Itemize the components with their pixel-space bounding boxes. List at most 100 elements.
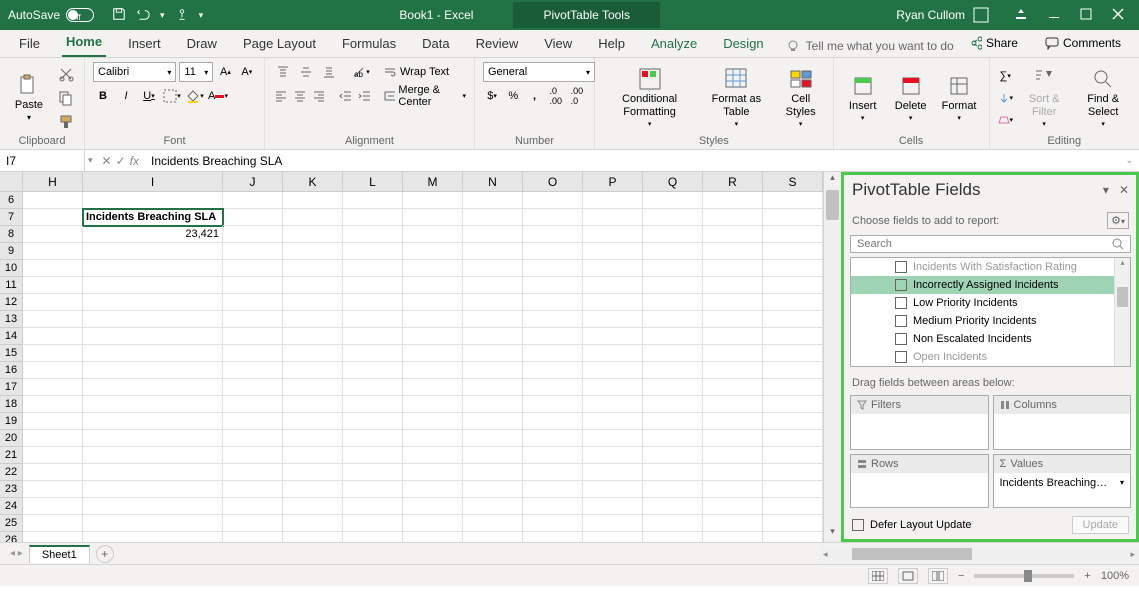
cell-N24[interactable] bbox=[463, 498, 523, 515]
zoom-level[interactable]: 100% bbox=[1101, 570, 1129, 582]
cell-Q25[interactable] bbox=[643, 515, 703, 532]
cell-M25[interactable] bbox=[403, 515, 463, 532]
cell-M19[interactable] bbox=[403, 413, 463, 430]
cell-S8[interactable] bbox=[763, 226, 823, 243]
cell-Q8[interactable] bbox=[643, 226, 703, 243]
cell-N15[interactable] bbox=[463, 345, 523, 362]
number-format-combo[interactable]: General▾ bbox=[483, 62, 595, 82]
fill-color-button[interactable]: ▾ bbox=[185, 86, 205, 106]
values-area[interactable]: ΣValues Incidents Breaching SLA ▾ bbox=[993, 454, 1132, 509]
field-list-scrollbar[interactable]: ▴ bbox=[1114, 258, 1130, 366]
cell-I13[interactable] bbox=[83, 311, 223, 328]
cell-R25[interactable] bbox=[703, 515, 763, 532]
col-header-I[interactable]: I bbox=[83, 172, 223, 192]
redo-dropdown[interactable]: ▾ bbox=[160, 10, 165, 21]
pane-close-icon[interactable]: ✕ bbox=[1119, 183, 1129, 197]
cell-N8[interactable] bbox=[463, 226, 523, 243]
cell-I7[interactable]: Incidents Breaching SLA bbox=[83, 209, 223, 226]
tab-home[interactable]: Home bbox=[62, 30, 106, 57]
copy-button[interactable] bbox=[56, 88, 76, 108]
cell-N20[interactable] bbox=[463, 430, 523, 447]
cell-S13[interactable] bbox=[763, 311, 823, 328]
cell-Q10[interactable] bbox=[643, 260, 703, 277]
scroll-thumb[interactable] bbox=[1117, 287, 1128, 307]
cell-Q21[interactable] bbox=[643, 447, 703, 464]
col-header-R[interactable]: R bbox=[703, 172, 763, 192]
cell-M9[interactable] bbox=[403, 243, 463, 260]
tab-data[interactable]: Data bbox=[418, 32, 453, 57]
add-sheet-button[interactable]: + bbox=[96, 545, 114, 563]
cell-S24[interactable] bbox=[763, 498, 823, 515]
cell-M26[interactable] bbox=[403, 532, 463, 542]
cell-J21[interactable] bbox=[223, 447, 283, 464]
col-header-S[interactable]: S bbox=[763, 172, 823, 192]
cell-R11[interactable] bbox=[703, 277, 763, 294]
align-top-button[interactable] bbox=[273, 62, 293, 82]
cell-J9[interactable] bbox=[223, 243, 283, 260]
cell-H24[interactable] bbox=[23, 498, 83, 515]
cell-K8[interactable] bbox=[283, 226, 343, 243]
update-button[interactable]: Update bbox=[1072, 516, 1129, 534]
underline-button[interactable]: U▾ bbox=[139, 86, 159, 106]
cell-R19[interactable] bbox=[703, 413, 763, 430]
cell-J16[interactable] bbox=[223, 362, 283, 379]
sort-filter-button[interactable]: Sort & Filter▾ bbox=[1019, 65, 1069, 129]
cell-L7[interactable] bbox=[343, 209, 403, 226]
cell-P13[interactable] bbox=[583, 311, 643, 328]
cell-R23[interactable] bbox=[703, 481, 763, 498]
cell-P14[interactable] bbox=[583, 328, 643, 345]
conditional-formatting-button[interactable]: Conditional Formatting▾ bbox=[603, 65, 696, 129]
cell-I17[interactable] bbox=[83, 379, 223, 396]
cell-M7[interactable] bbox=[403, 209, 463, 226]
scroll-right-icon[interactable]: ▸ bbox=[1126, 549, 1139, 560]
cell-O12[interactable] bbox=[523, 294, 583, 311]
align-middle-button[interactable] bbox=[296, 62, 316, 82]
cell-K9[interactable] bbox=[283, 243, 343, 260]
cell-N12[interactable] bbox=[463, 294, 523, 311]
cell-S19[interactable] bbox=[763, 413, 823, 430]
tab-review[interactable]: Review bbox=[472, 32, 523, 57]
increase-font-button[interactable]: A▴ bbox=[216, 62, 234, 82]
cell-O23[interactable] bbox=[523, 481, 583, 498]
increase-decimal-button[interactable]: .0.00 bbox=[547, 86, 565, 106]
cell-Q24[interactable] bbox=[643, 498, 703, 515]
cell-H7[interactable] bbox=[23, 209, 83, 226]
cell-N14[interactable] bbox=[463, 328, 523, 345]
row-header-16[interactable]: 16 bbox=[0, 362, 23, 379]
bold-button[interactable]: B bbox=[93, 86, 113, 106]
cell-H16[interactable] bbox=[23, 362, 83, 379]
rows-area[interactable]: Rows bbox=[850, 454, 989, 509]
cell-K17[interactable] bbox=[283, 379, 343, 396]
accounting-button[interactable]: $▾ bbox=[483, 86, 501, 106]
cell-K15[interactable] bbox=[283, 345, 343, 362]
cell-O11[interactable] bbox=[523, 277, 583, 294]
field-item[interactable]: Incidents With Satisfaction Rating bbox=[851, 258, 1130, 276]
page-layout-view-button[interactable] bbox=[898, 568, 918, 584]
row-header-18[interactable]: 18 bbox=[0, 396, 23, 413]
merge-center-button[interactable]: Merge & Center▾ bbox=[384, 86, 466, 106]
cell-Q16[interactable] bbox=[643, 362, 703, 379]
find-select-button[interactable]: Find & Select▾ bbox=[1075, 65, 1131, 129]
cell-J14[interactable] bbox=[223, 328, 283, 345]
cell-J10[interactable] bbox=[223, 260, 283, 277]
cell-M23[interactable] bbox=[403, 481, 463, 498]
cell-P17[interactable] bbox=[583, 379, 643, 396]
decrease-indent-button[interactable] bbox=[338, 86, 354, 106]
cell-Q7[interactable] bbox=[643, 209, 703, 226]
cell-J13[interactable] bbox=[223, 311, 283, 328]
cell-Q20[interactable] bbox=[643, 430, 703, 447]
decrease-decimal-button[interactable]: .00.0 bbox=[568, 86, 586, 106]
cell-S16[interactable] bbox=[763, 362, 823, 379]
cell-H26[interactable] bbox=[23, 532, 83, 542]
cell-P7[interactable] bbox=[583, 209, 643, 226]
tab-design[interactable]: Design bbox=[719, 32, 767, 57]
cell-Q9[interactable] bbox=[643, 243, 703, 260]
cell-Q17[interactable] bbox=[643, 379, 703, 396]
cell-O15[interactable] bbox=[523, 345, 583, 362]
cell-R12[interactable] bbox=[703, 294, 763, 311]
cell-K21[interactable] bbox=[283, 447, 343, 464]
cell-N17[interactable] bbox=[463, 379, 523, 396]
col-header-Q[interactable]: Q bbox=[643, 172, 703, 192]
cell-S12[interactable] bbox=[763, 294, 823, 311]
cell-N26[interactable] bbox=[463, 532, 523, 542]
